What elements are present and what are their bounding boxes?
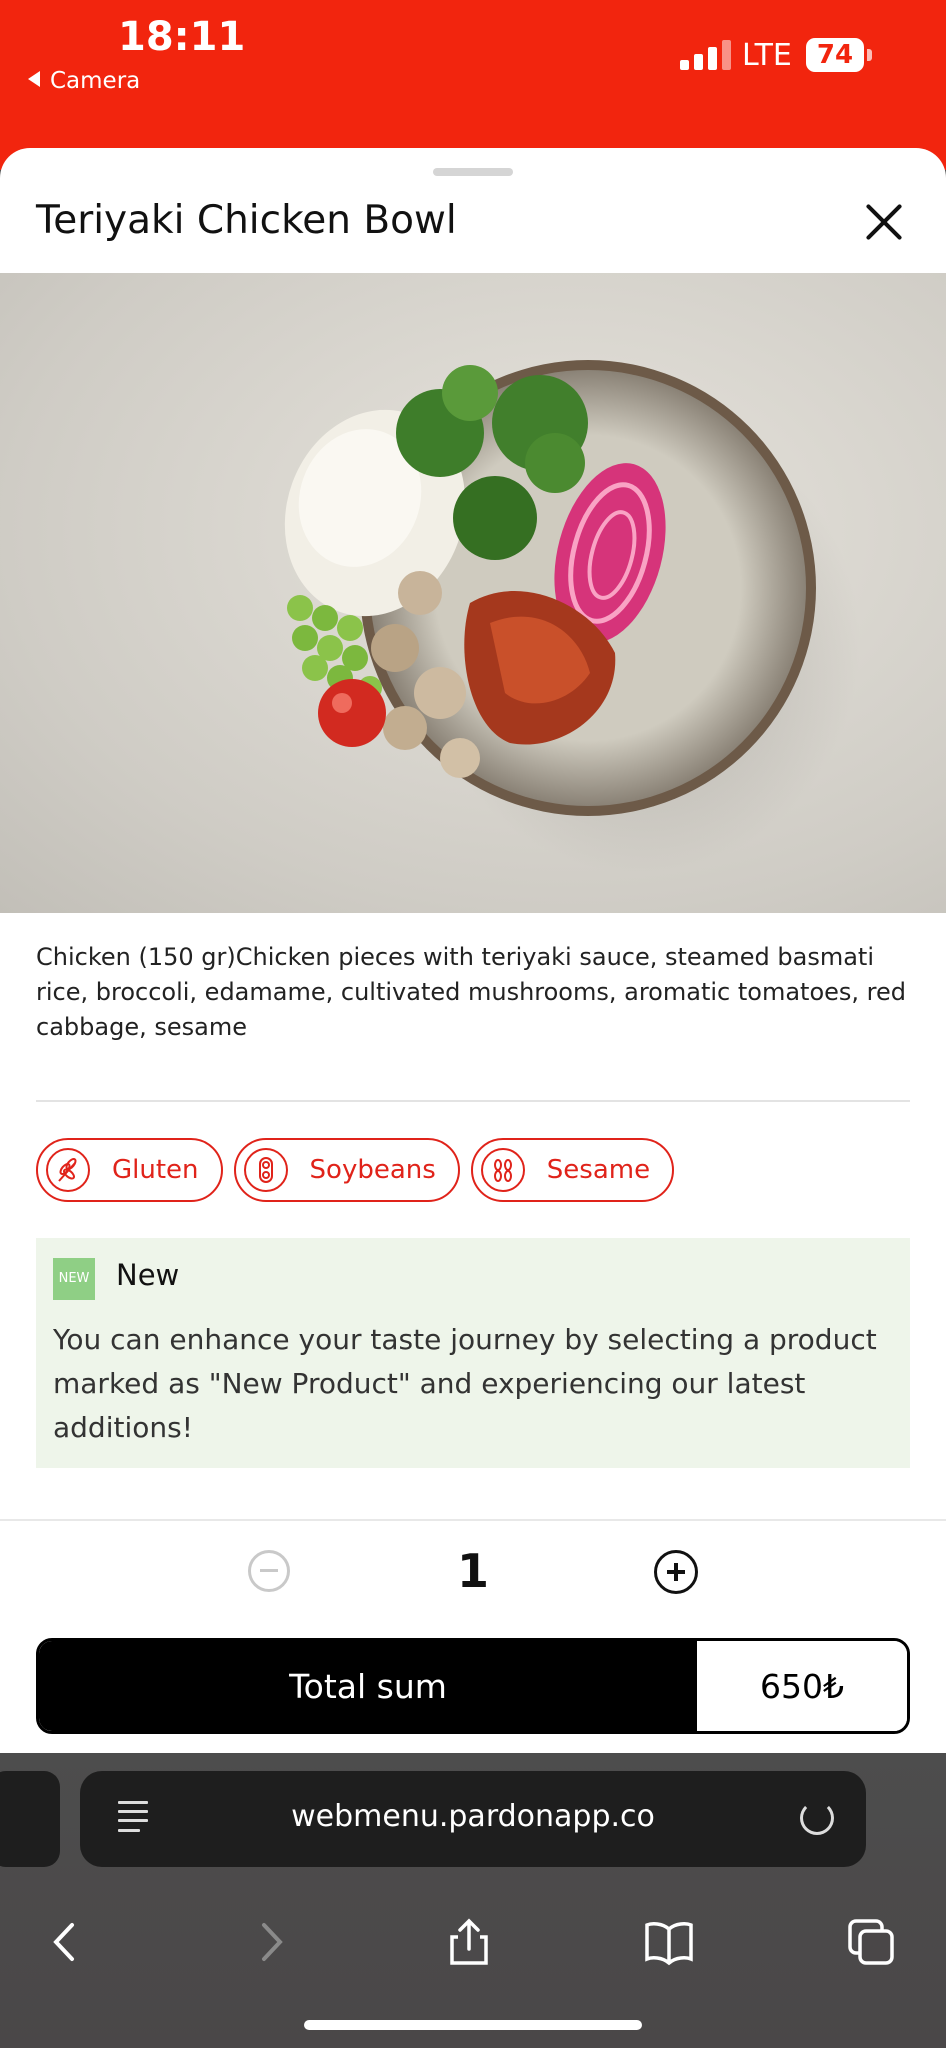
product-sheet: Teriyaki Chicken Bowl Chicken (150 gr)Ch… <box>0 148 946 1753</box>
total-value: 650₺ <box>697 1641 907 1731</box>
new-notice-title: New <box>116 1258 180 1292</box>
allergen-chip-soybeans[interactable]: Soybeans <box>233 1138 460 1202</box>
product-title: Teriyaki Chicken Bowl <box>36 198 457 243</box>
browser-chrome: webmenu.pardonapp.co <box>0 1753 946 2048</box>
bookmarks-icon[interactable] <box>644 1917 694 1967</box>
network-type: LTE <box>742 38 792 73</box>
back-arrow-icon <box>28 71 40 87</box>
back-to-camera-link[interactable]: Camera <box>28 68 140 94</box>
add-to-order-button[interactable]: Total sum 650₺ <box>36 1638 910 1734</box>
sheet-grabber[interactable] <box>433 168 513 176</box>
reload-icon[interactable] <box>800 1801 834 1835</box>
forward-icon[interactable] <box>246 1917 296 1967</box>
battery-icon: 74 <box>806 38 872 72</box>
back-app-label: Camera <box>50 68 141 94</box>
new-product-notice: NEW New You can enhance your taste journ… <box>36 1238 910 1468</box>
back-icon[interactable] <box>40 1917 90 1967</box>
allergen-label: Gluten <box>112 1155 199 1185</box>
allergen-list: Gluten Soybeans Sesame <box>36 1138 675 1202</box>
status-time: 18:11 <box>118 14 246 60</box>
home-indicator[interactable] <box>304 2020 642 2030</box>
share-icon[interactable] <box>444 1917 494 1967</box>
decrease-quantity-icon[interactable] <box>248 1550 290 1592</box>
bowl-illustration <box>284 360 860 873</box>
signal-icon <box>680 40 732 70</box>
tabs-icon[interactable] <box>846 1917 896 1967</box>
status-bar: 18:11 Camera LTE 74 <box>0 0 946 170</box>
total-label: Total sum <box>39 1641 697 1731</box>
new-badge-icon: NEW <box>53 1258 95 1300</box>
address-bar[interactable]: webmenu.pardonapp.co <box>80 1771 866 1867</box>
close-icon[interactable] <box>862 200 906 244</box>
product-image <box>0 273 946 913</box>
browser-toolbar <box>0 1893 946 1983</box>
footer-divider <box>0 1519 946 1521</box>
url-text: webmenu.pardonapp.co <box>291 1799 655 1834</box>
divider <box>36 1100 910 1102</box>
sesame-icon <box>480 1148 525 1192</box>
allergen-label: Sesame <box>546 1155 651 1185</box>
soybean-icon <box>243 1148 288 1192</box>
allergen-label: Soybeans <box>309 1155 436 1185</box>
new-notice-text: You can enhance your taste journey by se… <box>53 1323 877 1444</box>
increase-quantity-icon[interactable] <box>654 1550 698 1594</box>
previous-tab[interactable] <box>0 1771 60 1867</box>
allergen-chip-sesame[interactable]: Sesame <box>470 1138 675 1202</box>
wheat-icon <box>46 1148 90 1192</box>
product-description: Chicken (150 gr)Chicken pieces with teri… <box>36 943 906 1041</box>
allergen-chip-gluten[interactable]: Gluten <box>36 1138 223 1202</box>
quantity-value: 1 <box>456 1544 489 1598</box>
